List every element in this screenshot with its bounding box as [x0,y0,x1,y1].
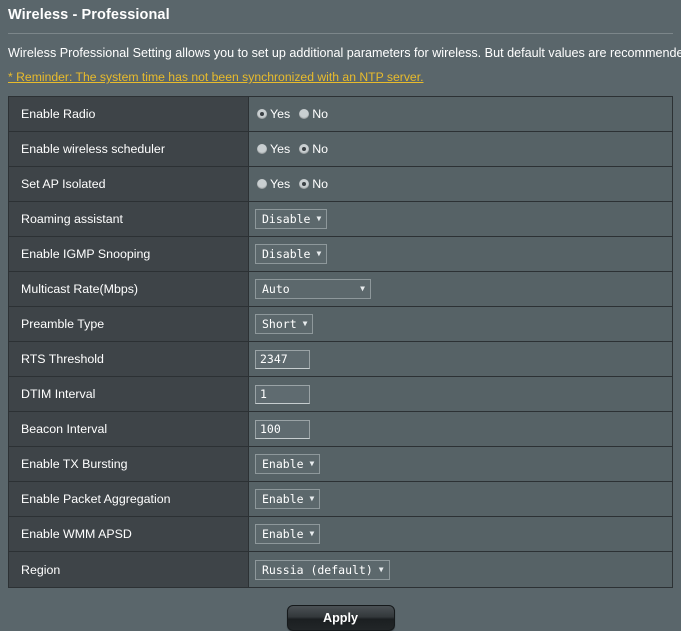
setting-label: RTS Threshold [9,342,249,376]
setting-text-input[interactable] [255,384,310,404]
radio-button-icon[interactable] [257,144,267,154]
page-header: Wireless - Professional [0,0,681,29]
setting-label: Enable Radio [9,97,249,131]
settings-row: Enable TX Bursting Enable ▼ [9,447,672,482]
settings-row: Beacon Interval [9,412,672,447]
settings-row: Preamble Type Short ▼ [9,307,672,342]
setting-dropdown[interactable]: Enable ▼ [255,524,321,544]
chevron-down-icon: ▼ [309,529,315,538]
radio-group: Yes No [255,177,328,191]
settings-row: Region Russia (default) ▼ [9,552,672,587]
radio-option-label: Yes [270,107,291,121]
radio-option-yes[interactable]: Yes [257,107,290,121]
radio-option-yes[interactable]: Yes [257,177,290,191]
chevron-down-icon: ▼ [302,319,308,328]
settings-row: Enable Radio Yes No [9,97,672,132]
radio-option-label: No [312,107,329,121]
settings-row: Set AP Isolated Yes No [9,167,672,202]
dropdown-selected-value: Enable [262,527,304,541]
setting-label: Multicast Rate(Mbps) [9,272,249,306]
dropdown-selected-value: Auto [262,282,290,296]
setting-text-input[interactable] [255,349,310,369]
radio-option-label: No [312,142,329,156]
setting-control-cell: Yes No [249,167,672,201]
description-section: Wireless Professional Setting allows you… [0,34,681,86]
settings-row: Roaming assistant Disable ▼ [9,202,672,237]
setting-dropdown[interactable]: Disable ▼ [255,244,328,264]
setting-label: Region [9,552,249,587]
settings-row: Enable wireless scheduler Yes No [9,132,672,167]
settings-row: RTS Threshold [9,342,672,377]
setting-label: Beacon Interval [9,412,249,446]
settings-table: Enable Radio Yes No Enable wireless schedul… [8,96,673,588]
chevron-down-icon: ▼ [378,564,384,574]
setting-label: DTIM Interval [9,377,249,411]
dropdown-selected-value: Enable [262,457,304,471]
radio-option-yes[interactable]: Yes [257,142,290,156]
description-text: Wireless Professional Setting allows you… [8,46,681,60]
setting-dropdown[interactable]: Short ▼ [255,314,314,334]
radio-option-no[interactable]: No [299,177,328,191]
setting-control-cell: Enable ▼ [249,482,672,516]
radio-button-icon[interactable] [257,109,267,119]
chevron-down-icon: ▼ [309,494,315,503]
setting-label: Preamble Type [9,307,249,341]
setting-control-cell: Disable ▼ [249,202,672,236]
setting-label: Enable TX Bursting [9,447,249,481]
radio-option-label: Yes [270,177,291,191]
setting-label: Enable wireless scheduler [9,132,249,166]
chevron-down-icon: ▼ [360,284,365,293]
setting-control-cell: Short ▼ [249,307,672,341]
setting-label: Enable WMM APSD [9,517,249,551]
radio-button-icon[interactable] [299,109,310,119]
setting-control-cell: Russia (default) ▼ [249,552,672,587]
setting-label: Roaming assistant [9,202,249,236]
settings-row: Multicast Rate(Mbps) Auto ▼ [9,272,672,307]
setting-dropdown[interactable]: Enable ▼ [255,454,321,474]
setting-control-cell: Yes No [249,132,672,166]
radio-group: Yes No [255,142,328,156]
apply-button-row: Apply [0,605,681,631]
radio-option-label: No [312,177,329,191]
setting-dropdown[interactable]: Russia (default) ▼ [255,559,390,580]
chevron-down-icon: ▼ [316,249,322,258]
radio-group: Yes No [255,107,328,121]
setting-text-input[interactable] [255,419,310,439]
chevron-down-icon: ▼ [309,459,315,468]
setting-control-cell [249,342,672,376]
setting-control-cell: Enable ▼ [249,517,672,551]
settings-row: DTIM Interval [9,377,672,412]
dropdown-selected-value: Disable [262,212,311,226]
radio-button-icon[interactable] [299,179,310,189]
radio-button-icon[interactable] [299,144,310,154]
setting-control-cell: Auto ▼ [249,272,672,306]
setting-label: Set AP Isolated [9,167,249,201]
setting-dropdown[interactable]: Auto ▼ [255,279,371,299]
setting-dropdown[interactable]: Enable ▼ [255,489,321,509]
settings-row: Enable WMM APSD Enable ▼ [9,517,672,552]
dropdown-selected-value: Disable [262,247,311,261]
radio-button-icon[interactable] [257,179,267,189]
ntp-reminder-link[interactable]: * Reminder: The system time has not been… [8,70,423,84]
page-title: Wireless - Professional [8,7,170,23]
setting-control-cell [249,412,672,446]
setting-control-cell: Enable ▼ [249,447,672,481]
dropdown-selected-value: Short [262,317,297,331]
settings-row: Enable IGMP Snooping Disable ▼ [9,237,672,272]
setting-label: Enable IGMP Snooping [9,237,249,271]
apply-button[interactable]: Apply [286,605,395,631]
dropdown-selected-value: Russia (default) [262,562,373,577]
setting-dropdown[interactable]: Disable ▼ [255,209,328,229]
chevron-down-icon: ▼ [316,214,322,223]
radio-option-no[interactable]: No [299,107,328,121]
setting-control-cell [249,377,672,411]
settings-row: Enable Packet Aggregation Enable ▼ [9,482,672,517]
radio-option-no[interactable]: No [299,142,328,156]
setting-control-cell: Disable ▼ [249,237,672,271]
radio-option-label: Yes [270,142,291,156]
setting-control-cell: Yes No [249,97,672,131]
dropdown-selected-value: Enable [262,492,304,506]
setting-label: Enable Packet Aggregation [9,482,249,516]
